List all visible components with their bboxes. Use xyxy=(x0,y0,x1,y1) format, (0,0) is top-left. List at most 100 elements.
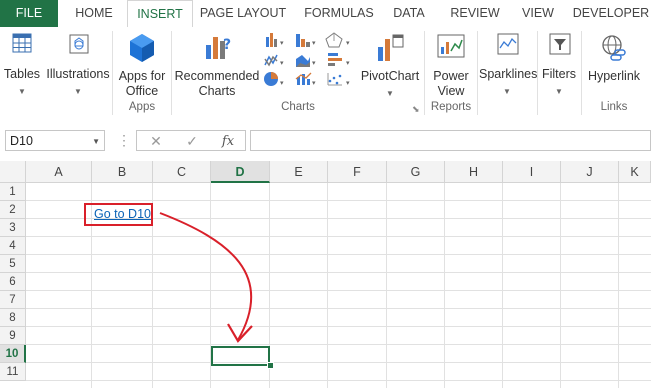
apps-label-line2: Office xyxy=(125,84,159,98)
chevron-down-icon[interactable]: ▼ xyxy=(92,131,100,152)
svg-text:▾: ▾ xyxy=(312,80,316,87)
group-divider xyxy=(424,31,425,115)
row-header-1[interactable]: 1 xyxy=(0,183,26,201)
table-icon xyxy=(12,33,32,53)
insert-function-icon[interactable]: fx xyxy=(213,131,243,152)
group-label-links: Links xyxy=(600,101,628,113)
chevron-down-icon: ▼ xyxy=(555,87,563,96)
fill-handle[interactable] xyxy=(267,362,274,369)
column-header-f[interactable]: F xyxy=(328,161,387,183)
gridline-row xyxy=(26,344,651,345)
svg-text:▾: ▾ xyxy=(346,80,350,87)
svg-text:▾: ▾ xyxy=(346,40,350,47)
apps-for-office-button[interactable]: Apps for Office xyxy=(114,29,170,99)
gridline-column xyxy=(618,183,619,388)
hyperlink-button[interactable]: Hyperlink xyxy=(583,29,645,99)
recommended-label-line2: Charts xyxy=(198,84,236,98)
hierarchy-chart-icon: ▾ xyxy=(296,34,316,47)
gridline-row xyxy=(26,254,651,255)
column-header-h[interactable]: H xyxy=(445,161,503,183)
svg-text:▾: ▾ xyxy=(312,60,316,67)
pivotchart-label: PivotChart xyxy=(360,69,420,83)
pie-chart-icon: ▾ xyxy=(264,72,284,87)
sparklines-button[interactable]: Sparklines ▼ xyxy=(479,29,538,99)
tab-page-layout[interactable]: PAGE LAYOUT xyxy=(196,0,290,27)
area-chart-icon: ▾ xyxy=(296,55,316,67)
column-header-j[interactable]: J xyxy=(561,161,619,183)
column-header-g[interactable]: G xyxy=(387,161,445,183)
pivotchart-button[interactable]: PivotChart ▼ xyxy=(358,29,422,99)
sparklines-label: Sparklines xyxy=(479,67,538,81)
group-divider xyxy=(477,31,478,115)
row-header-8[interactable]: 8 xyxy=(0,309,26,327)
row-header-4[interactable]: 4 xyxy=(0,237,26,255)
tab-developer[interactable]: DEVELOPER xyxy=(571,0,651,27)
cancel-icon[interactable]: ✕ xyxy=(141,131,171,152)
tables-button[interactable]: Tables ▼ xyxy=(2,29,42,99)
filter-icon xyxy=(549,33,571,55)
column-header-d[interactable]: D xyxy=(211,161,270,183)
column-header-c[interactable]: C xyxy=(153,161,211,183)
scatter-chart-icon: ▾ xyxy=(327,73,350,87)
power-view-button[interactable]: Power View xyxy=(427,29,475,99)
power-view-label-line1: Power xyxy=(433,69,469,83)
ribbon-tab-bar: FILE HOME INSERT PAGE LAYOUT FORMULAS DA… xyxy=(0,0,651,29)
chevron-down-icon: ▼ xyxy=(18,87,26,96)
tab-home[interactable]: HOME xyxy=(68,0,120,27)
recommended-charts-button[interactable]: ? Recommended Charts xyxy=(174,29,260,99)
formula-bar: D10 ▼ ⋮ ✕ ✓ fx xyxy=(0,119,651,162)
tab-insert[interactable]: INSERT xyxy=(127,0,193,29)
recommended-charts-icon: ? xyxy=(206,37,231,59)
svg-text:▾: ▾ xyxy=(312,40,316,47)
illustrations-button[interactable]: Illustrations ▼ xyxy=(46,29,110,99)
line-chart-icon: ▾ xyxy=(264,54,284,67)
annotation-highlight-box xyxy=(84,203,153,226)
gridline-row xyxy=(26,290,651,291)
hyperlink-label: Hyperlink xyxy=(587,69,641,83)
row-header-5[interactable]: 5 xyxy=(0,255,26,273)
column-header-i[interactable]: I xyxy=(503,161,561,183)
column-header-a[interactable]: A xyxy=(26,161,92,183)
dialog-launcher-icon[interactable]: ⬊ xyxy=(412,104,420,115)
filters-label: Filters xyxy=(541,67,577,81)
row-header-11[interactable]: 11 xyxy=(0,363,26,381)
row-header-10[interactable]: 10 xyxy=(0,345,26,363)
column-header-e[interactable]: E xyxy=(270,161,328,183)
gridline-row xyxy=(26,326,651,327)
chart-type-buttons[interactable]: ▾ ▾ ▾ ▾ ▾ ▾ ▾ ▾ ▾ xyxy=(262,31,358,93)
tab-data[interactable]: DATA xyxy=(388,0,430,27)
tab-file[interactable]: FILE xyxy=(0,0,58,27)
select-all-corner[interactable] xyxy=(0,161,26,183)
row-header-3[interactable]: 3 xyxy=(0,219,26,237)
gridline-row xyxy=(26,308,651,309)
active-cell-D10[interactable] xyxy=(211,346,270,366)
recommended-label-line1: Recommended xyxy=(174,69,260,83)
hyperlink-icon xyxy=(602,35,626,61)
group-divider xyxy=(112,31,113,115)
row-header-9[interactable]: 9 xyxy=(0,327,26,345)
tab-review[interactable]: REVIEW xyxy=(444,0,506,27)
tab-formulas[interactable]: FORMULAS xyxy=(302,0,376,27)
group-divider xyxy=(171,31,172,115)
svg-text:▾: ▾ xyxy=(346,60,350,67)
row-header-2[interactable]: 2 xyxy=(0,201,26,219)
group-label-charts: Charts xyxy=(281,101,315,113)
row-header-6[interactable]: 6 xyxy=(0,273,26,291)
column-header-b[interactable]: B xyxy=(92,161,153,183)
enter-icon[interactable]: ✓ xyxy=(177,131,207,152)
name-box[interactable]: D10 ▼ xyxy=(5,130,105,151)
illustrations-icon xyxy=(69,34,89,54)
tables-label: Tables xyxy=(3,67,41,81)
gridline-row xyxy=(26,236,651,237)
gridline-row xyxy=(26,200,651,201)
gridline-column xyxy=(560,183,561,388)
column-header-k[interactable]: K xyxy=(619,161,651,183)
row-header-7[interactable]: 7 xyxy=(0,291,26,309)
splitter-dots-icon[interactable]: ⋮ xyxy=(117,132,131,149)
tab-view[interactable]: VIEW xyxy=(518,0,558,27)
formula-input[interactable] xyxy=(250,130,651,151)
column-chart-icon: ▾ xyxy=(266,33,284,47)
bar-chart-icon: ▾ xyxy=(328,53,350,67)
spreadsheet-grid: ABCDEFGHIJK 1 2 3 4 5 6 7 8 9 10 11 xyxy=(0,161,651,388)
filters-button[interactable]: Filters ▼ xyxy=(539,29,579,99)
